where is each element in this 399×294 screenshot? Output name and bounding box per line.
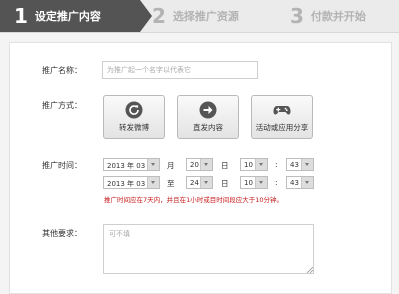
gamepad-icon — [273, 106, 291, 115]
end-minute-value: 43 — [290, 179, 299, 187]
resize-handle-icon[interactable] — [307, 267, 313, 273]
step-1-number: 1 — [14, 4, 28, 28]
step-2-number: 2 — [152, 4, 166, 28]
end-hour-value: 10 — [244, 179, 253, 187]
time-colon: : — [275, 160, 278, 169]
start-minute-value: 43 — [290, 161, 299, 169]
method-label: 推广方式： — [42, 101, 82, 110]
chevron-down-icon — [255, 177, 267, 188]
day-unit: 日 — [221, 179, 229, 188]
end-hour-select[interactable]: 10 — [240, 176, 268, 189]
step-3: 3 付款并开始 — [290, 0, 366, 32]
step-2-label: 选择推广资源 — [172, 10, 239, 23]
step-3-label: 付款并开始 — [310, 10, 366, 23]
time-label: 推广时间： — [42, 161, 82, 170]
end-day-value: 24 — [190, 179, 199, 187]
chevron-down-icon — [301, 159, 313, 170]
event-app-share-label: 活动或应用分享 — [255, 123, 309, 132]
start-day-select[interactable]: 20 — [186, 158, 213, 171]
repost-weibo-label: 转发微博 — [119, 123, 149, 132]
end-minute-select[interactable]: 43 — [286, 176, 314, 189]
start-year-month-select[interactable]: 2013 年 03 — [103, 158, 160, 171]
start-year-month-value: 2013 年 03 — [107, 162, 146, 170]
end-day-select[interactable]: 24 — [186, 176, 213, 189]
step-2: 2 选择推广资源 — [152, 0, 239, 32]
to-label: 至 — [167, 179, 175, 188]
time-warning: 推广时间应在7天内，并且在1小时或目时间段应大于10分钟。 — [104, 196, 284, 204]
end-year-month-value: 2013 年 03 — [107, 180, 146, 188]
promo-name-input[interactable]: 为推广起一个名字以代表它 — [102, 61, 258, 79]
chevron-down-icon — [147, 159, 159, 170]
other-requirements-textarea[interactable]: 可不填 — [103, 224, 314, 274]
chevron-down-icon — [147, 177, 159, 188]
name-label: 推广名称： — [42, 66, 82, 75]
time-colon: : — [275, 178, 278, 187]
start-minute-select[interactable]: 43 — [286, 158, 314, 171]
event-app-share-button[interactable]: 活动或应用分享 — [251, 95, 313, 139]
other-label: 其他要求： — [42, 229, 82, 238]
chevron-down-icon — [200, 177, 212, 188]
direct-post-button[interactable]: 直发内容 — [177, 95, 239, 139]
repost-weibo-button[interactable]: 转发微博 — [103, 95, 165, 139]
start-hour-select[interactable]: 10 — [240, 158, 268, 171]
refresh-icon — [125, 101, 143, 119]
chevron-down-icon — [255, 159, 267, 170]
direct-post-label: 直发内容 — [193, 123, 223, 132]
step-bar: 1 设定推广内容 2 选择推广资源 3 付款并开始 — [0, 0, 399, 33]
end-year-month-select[interactable]: 2013 年 03 — [103, 176, 160, 189]
step-1-active: 1 设定推广内容 — [0, 0, 152, 32]
chevron-down-icon — [200, 159, 212, 170]
chevron-down-icon — [301, 177, 313, 188]
day-unit: 日 — [221, 161, 229, 170]
step-3-number: 3 — [290, 4, 304, 28]
step-1-label: 设定推广内容 — [34, 10, 101, 23]
start-day-value: 20 — [190, 161, 199, 169]
arrow-right-icon — [199, 101, 217, 119]
month-unit: 月 — [167, 161, 175, 170]
start-hour-value: 10 — [244, 161, 253, 169]
